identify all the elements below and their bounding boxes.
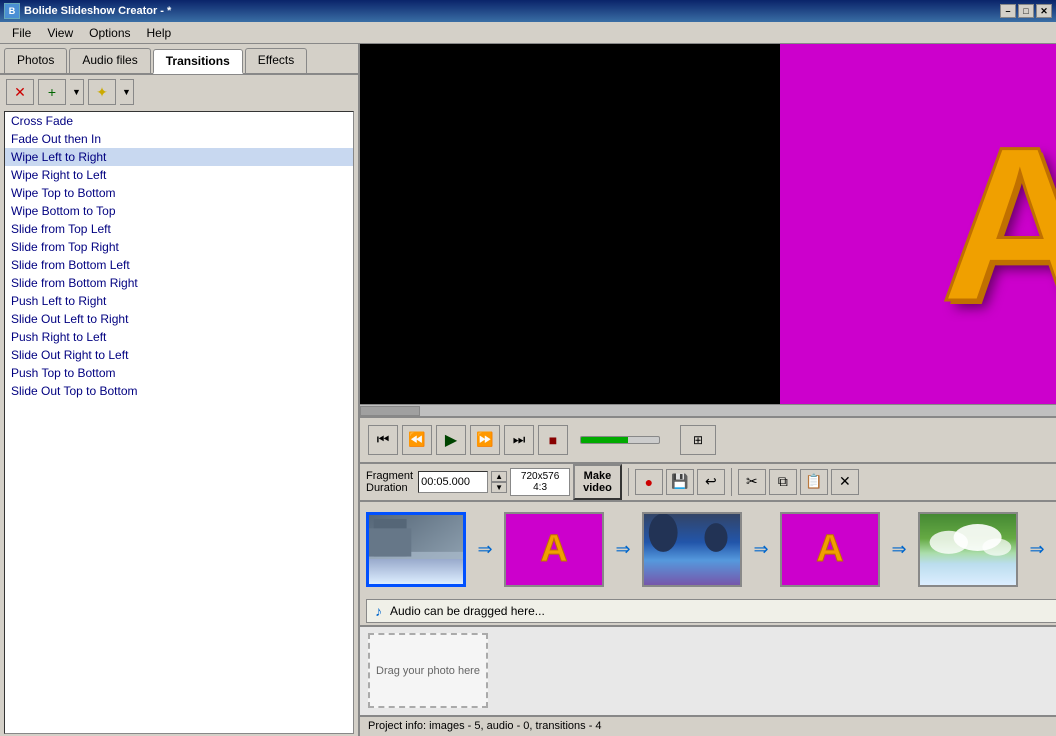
transition-item[interactable]: Slide Out Left to Right bbox=[5, 310, 353, 328]
scrollbar-thumb[interactable] bbox=[360, 406, 420, 416]
tab-audio[interactable]: Audio files bbox=[69, 48, 150, 73]
delete-button[interactable]: ✕ bbox=[831, 469, 859, 495]
spin-up-button[interactable]: ▲ bbox=[491, 471, 507, 482]
app-title: Bolide Slideshow Creator - * bbox=[24, 5, 171, 17]
preview-letter: A bbox=[941, 114, 1056, 334]
add-button[interactable]: + bbox=[38, 79, 66, 105]
audio-note-icon: ♪ bbox=[375, 603, 382, 619]
paste-button[interactable]: 📋 bbox=[800, 469, 828, 495]
menu-options[interactable]: Options bbox=[81, 24, 138, 42]
transition-marker: ⇒ bbox=[470, 512, 500, 587]
spin-down-button[interactable]: ▼ bbox=[491, 482, 507, 493]
preview-scrollbar[interactable] bbox=[360, 404, 1056, 416]
transition-item[interactable]: Slide from Top Left bbox=[5, 220, 353, 238]
play-button[interactable]: ▶ bbox=[436, 425, 466, 455]
menu-bar: File View Options Help bbox=[0, 22, 1056, 44]
add-dropdown[interactable]: ▼ bbox=[70, 79, 84, 105]
transition-marker: ⇒ bbox=[746, 512, 776, 587]
timeline-track: ⇒ A ⇒ bbox=[360, 502, 1056, 598]
close-button[interactable]: ✕ bbox=[1036, 4, 1052, 18]
stars-dropdown[interactable]: ▼ bbox=[120, 79, 134, 105]
transition-item[interactable]: Push Left to Right bbox=[5, 292, 353, 310]
save-button[interactable]: 💾 bbox=[666, 469, 694, 495]
record-button[interactable]: ● bbox=[635, 469, 663, 495]
stars-button[interactable]: ✦ bbox=[88, 79, 116, 105]
transition-item[interactable]: Cross Fade bbox=[5, 112, 353, 130]
duration-input[interactable] bbox=[418, 471, 488, 493]
main-container: Photos Audio files Transitions Effects ✕… bbox=[0, 44, 1056, 736]
tab-photos[interactable]: Photos bbox=[4, 48, 67, 73]
transition-marker: ⇒ bbox=[1022, 512, 1052, 587]
timeline-thumb-4[interactable]: A bbox=[780, 512, 880, 587]
preview-content: A bbox=[730, 44, 1056, 404]
remove-button[interactable]: ✕ bbox=[6, 79, 34, 105]
audio-drag-text: Audio can be dragged here... bbox=[390, 604, 545, 618]
preview-magenta: A bbox=[780, 44, 1056, 404]
left-panel: Photos Audio files Transitions Effects ✕… bbox=[0, 44, 360, 736]
preview-area: A bbox=[360, 44, 1056, 404]
fragment-label: Fragment Duration bbox=[366, 470, 413, 494]
undo-button[interactable]: ↩ bbox=[697, 469, 725, 495]
make-video-button[interactable]: Make video bbox=[573, 464, 622, 500]
transition-item[interactable]: Slide Out Top to Bottom bbox=[5, 382, 353, 400]
timeline-thumb-5[interactable] bbox=[918, 512, 1018, 587]
transition-item[interactable]: Slide Out Right to Left bbox=[5, 346, 353, 364]
transition-marker: ⇒ bbox=[608, 512, 638, 587]
toolbar-separator bbox=[731, 468, 732, 496]
left-toolbar: ✕ + ▼ ✦ ▼ bbox=[0, 75, 358, 109]
menu-help[interactable]: Help bbox=[139, 24, 180, 42]
toolbar-separator bbox=[628, 468, 629, 496]
tab-effects[interactable]: Effects bbox=[245, 48, 307, 73]
drag-area[interactable]: Drag your photo here bbox=[360, 625, 1056, 715]
transition-item[interactable]: Wipe Right to Left bbox=[5, 166, 353, 184]
maximize-button[interactable]: □ bbox=[1018, 4, 1034, 18]
transition-list[interactable]: Cross Fade Fade Out then In Wipe Left to… bbox=[4, 111, 354, 734]
tabs-row: Photos Audio files Transitions Effects bbox=[0, 44, 358, 75]
transition-item[interactable]: Push Top to Bottom bbox=[5, 364, 353, 382]
minimize-button[interactable]: – bbox=[1000, 4, 1016, 18]
bottom-toolbar: Fragment Duration ▲ ▼ 720x576 4:3 Make v… bbox=[360, 462, 1056, 501]
status-text: Project info: images - 5, audio - 0, tra… bbox=[368, 720, 602, 732]
transition-item[interactable]: Slide from Bottom Left bbox=[5, 256, 353, 274]
tab-transitions[interactable]: Transitions bbox=[153, 49, 243, 74]
timeline-thumb-3[interactable] bbox=[642, 512, 742, 587]
drag-photo-box[interactable]: Drag your photo here bbox=[368, 633, 488, 708]
step-back-button[interactable]: ⏪ bbox=[402, 425, 432, 455]
audio-track: ♪ Audio can be dragged here... Sound tra… bbox=[366, 599, 1056, 622]
timeline-thumb-1[interactable] bbox=[366, 512, 466, 587]
copy-button[interactable]: ⧉ bbox=[769, 469, 797, 495]
title-bar: B Bolide Slideshow Creator - * – □ ✕ bbox=[0, 0, 1056, 22]
volume-slider[interactable] bbox=[580, 436, 660, 444]
transition-marker: ⇒ bbox=[884, 512, 914, 587]
drag-photo-text: Drag your photo here bbox=[376, 665, 480, 677]
transition-item[interactable]: Slide from Top Right bbox=[5, 238, 353, 256]
transport-bar: ⏮ ⏪ ▶ ⏩ ⏭ ■ ⊞ 0 ms / 1.559 s bbox=[360, 416, 1056, 462]
resolution-display: 720x576 4:3 bbox=[510, 468, 570, 496]
timeline-thumb-2[interactable]: A bbox=[504, 512, 604, 587]
menu-view[interactable]: View bbox=[39, 24, 81, 42]
timeline-area: ⇒ A ⇒ bbox=[360, 501, 1056, 598]
cut-button[interactable]: ✂ bbox=[738, 469, 766, 495]
transition-item-selected[interactable]: Wipe Left to Right bbox=[5, 148, 353, 166]
transition-item[interactable]: Wipe Bottom to Top bbox=[5, 202, 353, 220]
transition-item[interactable]: Wipe Top to Bottom bbox=[5, 184, 353, 202]
fast-forward-button[interactable]: ⏭ bbox=[504, 425, 534, 455]
rewind-to-start-button[interactable]: ⏮ bbox=[368, 425, 398, 455]
transition-item[interactable]: Fade Out then In bbox=[5, 130, 353, 148]
transition-item[interactable]: Slide from Bottom Right bbox=[5, 274, 353, 292]
stop-button[interactable]: ■ bbox=[538, 425, 568, 455]
menu-file[interactable]: File bbox=[4, 24, 39, 42]
right-panel: A ⏮ ⏪ ▶ ⏩ ⏭ ■ ⊞ 0 ms / 1.559 s bbox=[360, 44, 1056, 736]
screen-button[interactable]: ⊞ bbox=[680, 425, 716, 455]
status-bar: Project info: images - 5, audio - 0, tra… bbox=[360, 715, 1056, 736]
transition-item[interactable]: Push Right to Left bbox=[5, 328, 353, 346]
step-forward-button[interactable]: ⏩ bbox=[470, 425, 500, 455]
app-icon: B bbox=[4, 3, 20, 19]
